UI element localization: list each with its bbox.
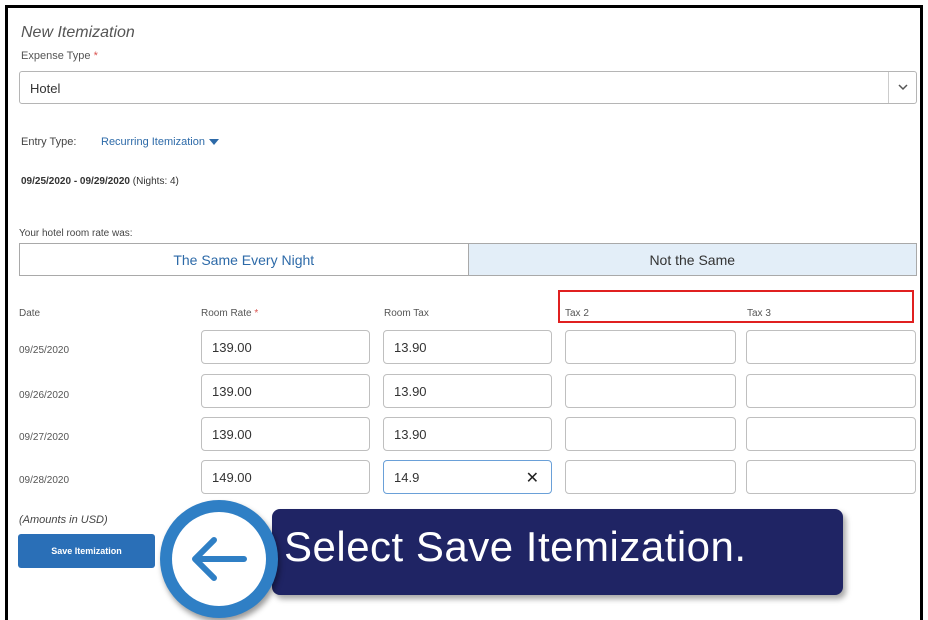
arrow-left-badge [160,500,278,618]
expense-type-label-text: Expense Type [21,50,91,62]
clear-icon[interactable]: ✕ [526,468,539,488]
tax2-input[interactable] [565,460,736,494]
entry-type-value: Recurring Itemization [101,136,205,148]
chevron-down-icon[interactable] [888,72,916,103]
tax3-input[interactable] [746,330,916,364]
tax2-input[interactable] [565,374,736,408]
caret-down-icon [208,139,219,146]
date-range: 09/25/2020 - 09/29/2020 (Nights: 4) [21,176,179,187]
nights-count: (Nights: 4) [132,176,179,187]
room-rate-input[interactable]: 149.00 [201,460,370,494]
tax-columns-highlight [558,290,914,323]
not-the-same-button[interactable]: Not the Same [467,244,916,275]
tax2-input[interactable] [565,330,736,364]
room-rate-input[interactable]: 139.00 [201,417,370,451]
column-header-room-tax: Room Tax [384,308,429,319]
room-rate-input[interactable]: 139.00 [201,374,370,408]
room-tax-input[interactable]: 13.90 [383,417,552,451]
entry-type-dropdown[interactable]: Recurring Itemization [101,136,219,148]
tax3-input[interactable] [746,417,916,451]
room-rate-input[interactable]: 139.00 [201,330,370,364]
same-every-night-button[interactable]: The Same Every Night [20,244,468,275]
rate-segmented-control: The Same Every Night Not the Same [19,243,917,276]
row-date: 09/25/2020 [19,345,70,356]
column-header-tax3: Tax 3 [747,308,771,319]
arrow-left-badge-inner [172,512,266,606]
rate-question: Your hotel room rate was: [19,228,133,239]
row-date: 09/26/2020 [19,390,70,401]
column-header-room-rate: Room Rate * [201,308,258,319]
page-title: New Itemization [21,24,135,41]
row-date: 09/27/2020 [19,432,70,443]
amounts-note: (Amounts in USD) [19,514,108,526]
entry-type-label: Entry Type: [21,136,77,148]
column-header-tax2: Tax 2 [565,308,589,319]
room-tax-input[interactable]: 13.90 [383,330,552,364]
expense-type-value: Hotel [30,81,61,96]
required-mark: * [254,308,259,319]
tax2-input[interactable] [565,417,736,451]
expense-type-select[interactable]: Hotel [19,71,917,104]
callout-text: Select Save Itemization. [284,523,747,570]
save-itemization-button[interactable]: Save Itemization [18,534,155,568]
instruction-callout: Select Save Itemization. [272,509,843,595]
expense-type-label: Expense Type * [21,50,98,62]
column-header-date: Date [19,308,41,319]
tax3-input[interactable] [746,374,916,408]
row-date: 09/28/2020 [19,475,70,486]
room-tax-input[interactable]: 13.90 [383,374,552,408]
room-tax-value: 14.9 [394,469,420,485]
date-range-value: 09/25/2020 - 09/29/2020 [21,176,130,187]
column-header-room-rate-text: Room Rate [201,308,252,319]
required-mark: * [93,50,98,62]
tax3-input[interactable] [746,460,916,494]
arrow-left-icon [192,537,247,581]
room-tax-input-focused[interactable]: 14.9 ✕ [383,460,552,494]
